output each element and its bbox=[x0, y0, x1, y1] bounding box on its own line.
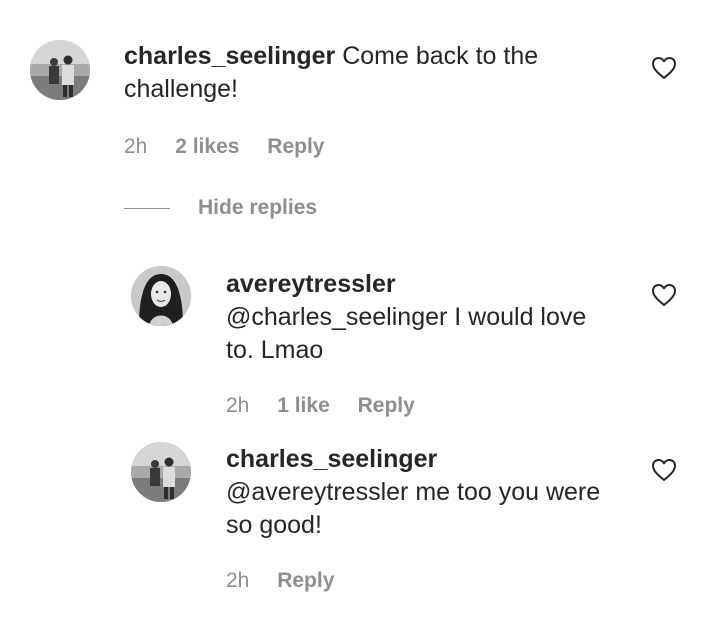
reply-button[interactable]: Reply bbox=[277, 569, 334, 592]
avatar[interactable] bbox=[30, 40, 90, 100]
avatar[interactable] bbox=[131, 266, 191, 326]
reply-text: charles_seelinger @avereytressler me too… bbox=[226, 443, 600, 542]
comment-likes-count[interactable]: 2 likes bbox=[175, 135, 239, 158]
comment-text: charles_seelinger Come back to the chall… bbox=[124, 40, 538, 106]
reply-body-line2: so good! bbox=[226, 511, 322, 539]
reply-username[interactable]: charles_seelinger bbox=[226, 445, 437, 473]
heart-outline-icon[interactable] bbox=[651, 283, 677, 307]
reply-meta: 2h 1 like Reply bbox=[226, 393, 437, 419]
reply-button[interactable]: Reply bbox=[358, 394, 415, 417]
comment-meta: 2h 2 likes Reply bbox=[124, 134, 346, 160]
reply-username[interactable]: avereytressler bbox=[226, 270, 396, 298]
reply-time: 2h bbox=[226, 394, 250, 417]
heart-outline-icon[interactable] bbox=[651, 56, 677, 80]
reply-body-line1: @charles_seelinger I would love bbox=[226, 303, 587, 331]
reply-body-line1: @avereytressler me too you were bbox=[226, 478, 601, 506]
hide-replies-divider bbox=[124, 207, 170, 209]
comment-body-line1: Come back to the bbox=[342, 42, 539, 70]
reply-button[interactable]: Reply bbox=[267, 135, 324, 158]
avatar[interactable] bbox=[131, 442, 191, 502]
hide-replies-label: Hide replies bbox=[198, 196, 318, 219]
reply-text: avereytressler @charles_seelinger I woul… bbox=[226, 268, 586, 367]
comment-body-line2: challenge! bbox=[124, 75, 238, 103]
hide-replies-button[interactable]: Hide replies bbox=[124, 195, 317, 221]
reply-body-line2: to. Lmao bbox=[226, 336, 324, 364]
reply-meta: 2h Reply bbox=[226, 568, 356, 594]
reply-likes-count[interactable]: 1 like bbox=[277, 394, 330, 417]
heart-outline-icon[interactable] bbox=[651, 458, 677, 482]
comment-time: 2h bbox=[124, 135, 148, 158]
comment-username[interactable]: charles_seelinger bbox=[124, 42, 335, 70]
reply-time: 2h bbox=[226, 569, 250, 592]
